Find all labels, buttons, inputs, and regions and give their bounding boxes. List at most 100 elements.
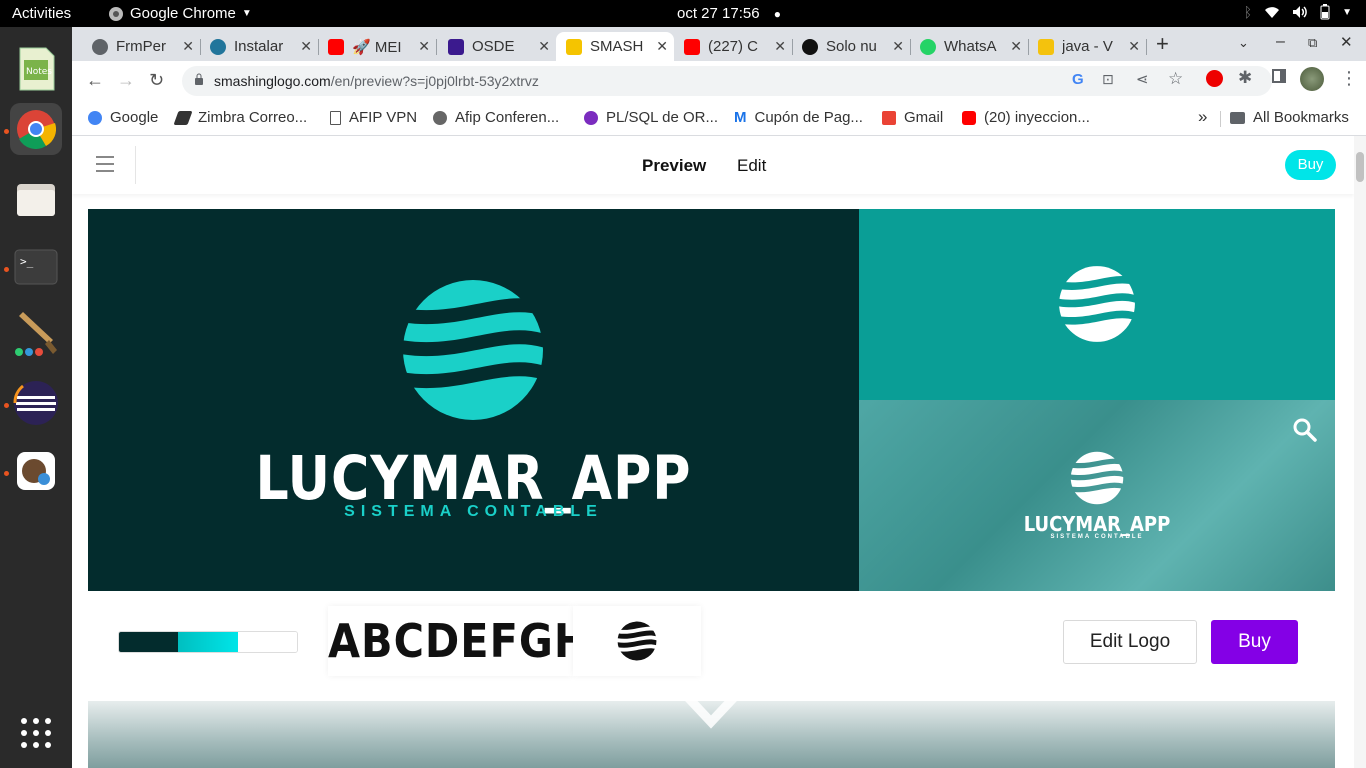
close-window-icon[interactable]: ✕	[1340, 33, 1353, 51]
restore-icon[interactable]: ⧉	[1308, 35, 1317, 51]
scroll-down-chevron-icon[interactable]	[677, 684, 745, 732]
page-scrollbar[interactable]	[1354, 136, 1366, 768]
google-lens-icon[interactable]: G	[1072, 71, 1084, 88]
bookmark-label: Google	[110, 109, 159, 126]
tab-label: OSDE	[472, 38, 515, 55]
youtube-icon	[328, 38, 344, 55]
folder-icon	[1230, 111, 1245, 124]
close-tab-icon[interactable]: ✕	[1010, 38, 1022, 55]
reload-icon[interactable]: ↻	[149, 70, 164, 91]
menu-kebab-icon[interactable]: ⋮	[1340, 68, 1358, 89]
dock-chrome[interactable]	[10, 103, 62, 155]
youtube-icon	[962, 110, 976, 125]
bookmark-plsql[interactable]: PL/SQL de OR...	[584, 109, 718, 126]
tab-8[interactable]: java - V ✕	[1028, 32, 1146, 61]
color-palette[interactable]	[118, 631, 298, 653]
translate-icon[interactable]: ⊡	[1102, 71, 1114, 88]
caret-down-icon: ▼	[1342, 6, 1352, 18]
caret-down-icon: ▼	[241, 8, 252, 19]
bookmark-label: PL/SQL de OR...	[606, 109, 718, 126]
dock-notes-app[interactable]: Notes	[10, 43, 62, 95]
show-apps-button[interactable]	[10, 707, 62, 759]
icon-sample-card[interactable]	[573, 606, 701, 676]
tab-6[interactable]: Solo nu ✕	[792, 32, 910, 61]
share-icon[interactable]: ⋖	[1136, 70, 1149, 88]
tab-5[interactable]: (227) C ✕	[674, 32, 792, 61]
new-tab-plus-icon[interactable]: +	[1156, 31, 1169, 57]
forward-arrow-icon[interactable]: →	[117, 70, 135, 91]
header-buy-button[interactable]: Buy	[1285, 150, 1336, 180]
chrome-small-icon	[109, 6, 123, 21]
bookmark-youtube[interactable]: (20) inyeccion...	[962, 109, 1090, 126]
dock-dbeaver[interactable]	[10, 445, 62, 497]
youtube-icon	[684, 38, 700, 55]
close-tab-icon[interactable]: ✕	[182, 38, 194, 55]
buy-button[interactable]: Buy	[1211, 620, 1298, 664]
dock: Notes >_	[0, 27, 72, 768]
document-icon	[330, 110, 341, 125]
dock-files[interactable]	[10, 173, 62, 225]
close-tab-icon[interactable]: ✕	[892, 38, 904, 55]
bookmark-zimbra[interactable]: Zimbra Correo...	[173, 109, 307, 126]
bookmark-star-icon[interactable]: ☆	[1168, 69, 1183, 89]
waves-globe-black-icon	[617, 621, 657, 661]
tab-7[interactable]: WhatsA ✕	[910, 32, 1028, 61]
close-tab-icon[interactable]: ✕	[300, 38, 312, 55]
font-sample-card[interactable]: ABCDEFGH	[328, 606, 588, 676]
close-tab-icon[interactable]: ✕	[1128, 38, 1140, 55]
back-arrow-icon[interactable]: ←	[86, 70, 104, 91]
dock-terminal[interactable]: >_	[10, 241, 62, 293]
activities-button[interactable]: Activities	[12, 5, 71, 22]
all-bookmarks-folder[interactable]: All Bookmarks	[1230, 109, 1349, 126]
dock-eclipse[interactable]	[10, 377, 62, 429]
bookmark-label: Cupón de Pag...	[754, 109, 863, 126]
extensions-puzzle-icon[interactable]: ✱	[1238, 68, 1252, 88]
minimize-icon[interactable]: –	[1276, 33, 1285, 51]
nav-edit-link[interactable]: Edit	[737, 156, 766, 176]
bookmark-google[interactable]: Google	[88, 109, 158, 126]
close-tab-icon[interactable]: ✕	[656, 38, 668, 55]
tab-2[interactable]: 🚀 MEI ✕	[318, 32, 436, 61]
nav-preview-link[interactable]: Preview	[642, 156, 706, 176]
tab-3[interactable]: OSDE ✕	[438, 32, 556, 61]
eclipse-icon	[13, 381, 58, 425]
palette-swatch-white	[238, 632, 297, 652]
dock-paint[interactable]	[10, 307, 62, 359]
photo-logo-tagline: SISTEMA CONTABLE	[1050, 534, 1144, 540]
java-icon	[1038, 38, 1054, 55]
logo-preview-icon-teal[interactable]	[859, 209, 1335, 400]
bookmark-gmail[interactable]: Gmail	[882, 109, 943, 126]
logo-preview-main[interactable]: LUCYMAR_APP SISTEMA CONTABLE	[88, 209, 859, 591]
close-tab-icon[interactable]: ✕	[538, 38, 550, 55]
browser-toolbar: ← → ↻ smashinglogo.com/en/preview?s=j0pj…	[72, 61, 1366, 101]
tab-0[interactable]: FrmPer ✕	[82, 32, 200, 61]
system-tray[interactable]: ᛒ ▼	[1244, 4, 1352, 20]
logo-preview-photo-background[interactable]: LUCYMAR_APP SISTEMA CONTABLE	[859, 400, 1335, 591]
close-tab-icon[interactable]: ✕	[418, 38, 430, 55]
side-panel-icon[interactable]	[1272, 69, 1286, 83]
adblock-icon[interactable]	[1206, 70, 1223, 87]
tab-1[interactable]: Instalar ✕	[200, 32, 318, 61]
profile-avatar[interactable]	[1300, 67, 1324, 91]
address-bar[interactable]: smashinglogo.com/en/preview?s=j0pj0lrbt-…	[182, 66, 1272, 96]
tab-4-active[interactable]: SMASH ✕	[556, 32, 674, 61]
bookmark-afip-conferencias[interactable]: Afip Conferen...	[433, 109, 559, 126]
globe-icon	[433, 110, 447, 125]
app-menu[interactable]: Google Chrome ▼	[108, 5, 252, 22]
tab-search-chevron-icon[interactable]: ⌄	[1238, 35, 1249, 51]
close-tab-icon[interactable]: ✕	[774, 38, 786, 55]
edit-logo-button[interactable]: Edit Logo	[1063, 620, 1197, 664]
notification-dot-icon: ●	[773, 7, 781, 21]
bookmark-cupon[interactable]: M Cupón de Pag...	[734, 109, 863, 126]
zoom-search-icon[interactable]	[1292, 417, 1318, 443]
globe-icon	[92, 38, 108, 55]
logo-tagline-text: SISTEMA CONTABLE	[344, 503, 603, 520]
bookmarks-overflow-icon[interactable]: »	[1198, 107, 1207, 127]
hamburger-menu-icon[interactable]	[96, 156, 114, 172]
clock[interactable]: oct 27 17:56 ●	[677, 5, 781, 22]
all-bookmarks-label: All Bookmarks	[1253, 109, 1349, 126]
scrollbar-thumb[interactable]	[1356, 152, 1364, 182]
bookmark-afip-vpn[interactable]: AFIP VPN	[330, 109, 417, 126]
tab-label: SMASH	[590, 38, 644, 55]
tab-label: 🚀 MEI	[352, 38, 402, 56]
